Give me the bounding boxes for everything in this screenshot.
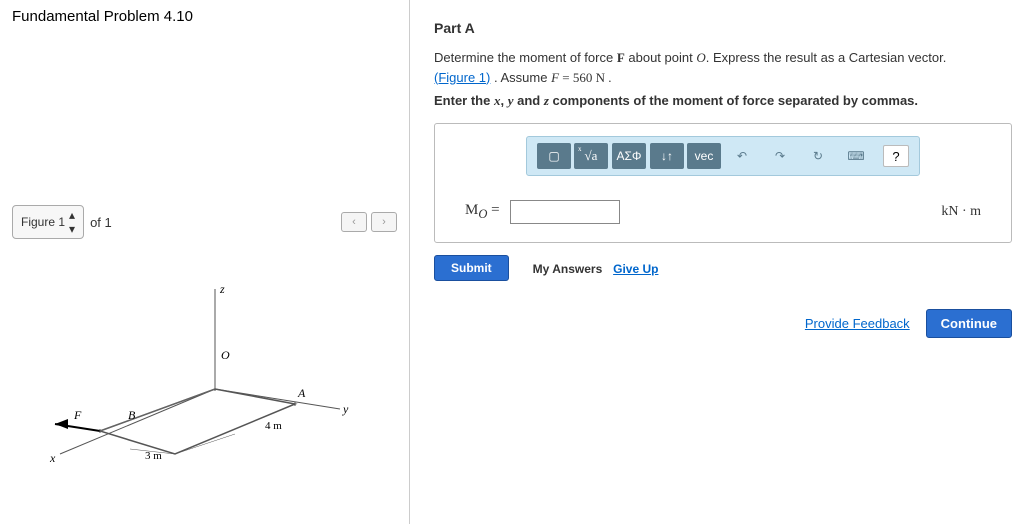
template-button[interactable]: ▢	[537, 143, 571, 169]
point-B-label: B	[128, 408, 136, 422]
answer-box: ▢ x√a ΑΣΦ ↓↑ vec ↶ ↷ ↻ ⌨ ? MO =	[434, 123, 1012, 243]
figure-next-button[interactable]: ›	[371, 212, 397, 232]
math-toolbar: ▢ x√a ΑΣΦ ↓↑ vec ↶ ↷ ↻ ⌨ ?	[526, 136, 920, 176]
reset-button[interactable]: ↻	[801, 143, 835, 169]
enter-instruction: Enter the x, y and z components of the m…	[434, 93, 1012, 109]
answer-input[interactable]	[510, 200, 620, 224]
redo-button[interactable]: ↷	[763, 143, 797, 169]
left-panel: Fundamental Problem 4.10 Figure 1 ▴▾ of …	[0, 0, 410, 524]
var-F: F	[617, 50, 625, 65]
figure-diagram: z y x O A B F 4 m 3 m	[12, 279, 397, 479]
var-O: O	[696, 50, 705, 65]
point-O-label: O	[221, 348, 230, 362]
answer-row: MO = kN · m	[447, 194, 999, 230]
dim-4m: 4 m	[265, 420, 282, 432]
my-answers-label: My Answers	[533, 262, 603, 276]
figure-of-text: of 1	[90, 215, 112, 230]
greek-button[interactable]: ΑΣΦ	[612, 143, 646, 169]
force-F-label: F	[73, 408, 82, 422]
right-panel: Part A Determine the moment of force F a…	[410, 0, 1024, 524]
axis-y-label: y	[342, 402, 349, 416]
give-up-link[interactable]: Give Up	[613, 262, 658, 276]
keyboard-button[interactable]: ⌨	[839, 143, 873, 169]
stepper-icon: ▴▾	[69, 208, 75, 236]
axis-z-label: z	[219, 282, 225, 296]
feedback-link[interactable]: Provide Feedback	[805, 316, 910, 331]
instruction-text: Determine the moment of force F about po…	[434, 48, 1012, 87]
button-row: Submit My Answers Give Up	[434, 255, 1012, 281]
help-button[interactable]: ?	[883, 145, 909, 167]
axis-x-label: x	[49, 451, 56, 465]
answer-variable: MO =	[465, 202, 500, 222]
figure-link[interactable]: (Figure 1)	[434, 70, 490, 85]
point-A-label: A	[297, 386, 306, 400]
xscript-button[interactable]: x√a	[574, 143, 608, 169]
problem-title: Fundamental Problem 4.10	[12, 8, 397, 25]
footer-row: Provide Feedback Continue	[434, 309, 1012, 338]
continue-button[interactable]: Continue	[926, 309, 1012, 338]
part-title: Part A	[434, 20, 1012, 36]
figure-prev-button[interactable]: ‹	[341, 212, 367, 232]
answer-unit: kN · m	[941, 204, 981, 220]
undo-button[interactable]: ↶	[725, 143, 759, 169]
figure-label: Figure 1	[21, 215, 65, 229]
figure-selector[interactable]: Figure 1 ▴▾	[12, 205, 84, 239]
submit-button[interactable]: Submit	[434, 255, 509, 281]
vec-button[interactable]: vec	[687, 143, 721, 169]
var-F2: F	[551, 70, 559, 85]
vec-arrows-button[interactable]: ↓↑	[650, 143, 684, 169]
figure-bar: Figure 1 ▴▾ of 1 ‹ ›	[12, 205, 397, 239]
